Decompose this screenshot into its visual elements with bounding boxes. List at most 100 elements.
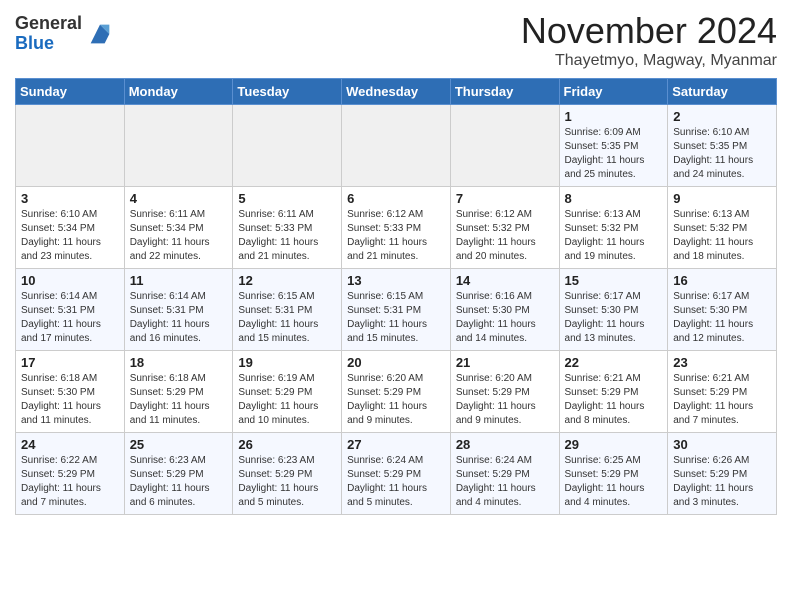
calendar-cell: 8 Sunrise: 6:13 AM Sunset: 5:32 PM Daylig… (559, 187, 668, 269)
calendar-cell (124, 105, 233, 187)
day-details: Sunrise: 6:22 AM Sunset: 5:29 PM Dayligh… (21, 454, 119, 510)
day-details: Sunrise: 6:24 AM Sunset: 5:29 PM Dayligh… (347, 454, 445, 510)
day-details: Sunrise: 6:21 AM Sunset: 5:29 PM Dayligh… (565, 372, 663, 428)
calendar-cell: 30 Sunrise: 6:26 AM Sunset: 5:29 PM Dayli… (668, 433, 777, 515)
day-details: Sunrise: 6:13 AM Sunset: 5:32 PM Dayligh… (565, 208, 663, 264)
day-header-saturday: Saturday (668, 79, 777, 105)
location-subtitle: Thayetmyo, Magway, Myanmar (521, 52, 777, 70)
calendar-cell: 5Sunrise: 6:11 AM Sunset: 5:33 PM Daylig… (233, 187, 342, 269)
calendar-cell (233, 105, 342, 187)
day-details: Sunrise: 6:19 AM Sunset: 5:29 PM Dayligh… (238, 372, 336, 428)
day-number: 1 (565, 109, 663, 124)
calendar-cell: 13 Sunrise: 6:15 AM Sunset: 5:31 PM Dayli… (342, 269, 451, 351)
calendar-cell (450, 105, 559, 187)
day-details: Sunrise: 6:14 AM Sunset: 5:31 PM Dayligh… (130, 290, 228, 346)
day-number: 25 (130, 437, 228, 452)
day-number: 17 (21, 355, 119, 370)
day-number: 20 (347, 355, 445, 370)
day-details: Sunrise: 6:26 AM Sunset: 5:29 PM Dayligh… (673, 454, 771, 510)
day-details: Sunrise: 6:20 AM Sunset: 5:29 PM Dayligh… (347, 372, 445, 428)
calendar-week-row: 17 Sunrise: 6:18 AM Sunset: 5:30 PM Dayli… (16, 351, 777, 433)
day-header-monday: Monday (124, 79, 233, 105)
calendar-cell: 22 Sunrise: 6:21 AM Sunset: 5:29 PM Dayli… (559, 351, 668, 433)
day-number: 5 (238, 191, 336, 206)
calendar-cell: 29Sunrise: 6:25 AM Sunset: 5:29 PM Dayli… (559, 433, 668, 515)
calendar-cell: 17 Sunrise: 6:18 AM Sunset: 5:30 PM Dayli… (16, 351, 125, 433)
calendar-cell: 2 Sunrise: 6:10 AM Sunset: 5:35 PM Daylig… (668, 105, 777, 187)
day-number: 29 (565, 437, 663, 452)
day-details: Sunrise: 6:23 AM Sunset: 5:29 PM Dayligh… (130, 454, 228, 510)
logo: General Blue (15, 14, 114, 54)
calendar-cell: 7 Sunrise: 6:12 AM Sunset: 5:32 PM Daylig… (450, 187, 559, 269)
day-number: 7 (456, 191, 554, 206)
calendar-header-row: SundayMondayTuesdayWednesdayThursdayFrid… (16, 79, 777, 105)
day-number: 22 (565, 355, 663, 370)
day-number: 19 (238, 355, 336, 370)
day-number: 13 (347, 273, 445, 288)
day-details: Sunrise: 6:11 AM Sunset: 5:34 PM Dayligh… (130, 208, 228, 264)
day-details: Sunrise: 6:15 AM Sunset: 5:31 PM Dayligh… (347, 290, 445, 346)
calendar-cell (16, 105, 125, 187)
day-details: Sunrise: 6:21 AM Sunset: 5:29 PM Dayligh… (673, 372, 771, 428)
logo-blue-text: Blue (15, 34, 82, 54)
day-header-thursday: Thursday (450, 79, 559, 105)
calendar-cell: 26 Sunrise: 6:23 AM Sunset: 5:29 PM Dayli… (233, 433, 342, 515)
day-number: 6 (347, 191, 445, 206)
day-number: 28 (456, 437, 554, 452)
day-number: 30 (673, 437, 771, 452)
day-number: 2 (673, 109, 771, 124)
day-number: 4 (130, 191, 228, 206)
calendar-cell: 19 Sunrise: 6:19 AM Sunset: 5:29 PM Dayli… (233, 351, 342, 433)
day-number: 3 (21, 191, 119, 206)
day-number: 23 (673, 355, 771, 370)
day-details: Sunrise: 6:14 AM Sunset: 5:31 PM Dayligh… (21, 290, 119, 346)
calendar-cell: 18Sunrise: 6:18 AM Sunset: 5:29 PM Dayli… (124, 351, 233, 433)
calendar-cell: 11 Sunrise: 6:14 AM Sunset: 5:31 PM Dayli… (124, 269, 233, 351)
day-details: Sunrise: 6:20 AM Sunset: 5:29 PM Dayligh… (456, 372, 554, 428)
day-details: Sunrise: 6:10 AM Sunset: 5:35 PM Dayligh… (673, 126, 771, 182)
calendar-cell: 21 Sunrise: 6:20 AM Sunset: 5:29 PM Dayli… (450, 351, 559, 433)
calendar-cell: 6 Sunrise: 6:12 AM Sunset: 5:33 PM Daylig… (342, 187, 451, 269)
calendar-cell: 28 Sunrise: 6:24 AM Sunset: 5:29 PM Dayli… (450, 433, 559, 515)
day-details: Sunrise: 6:12 AM Sunset: 5:32 PM Dayligh… (456, 208, 554, 264)
day-number: 21 (456, 355, 554, 370)
day-details: Sunrise: 6:18 AM Sunset: 5:30 PM Dayligh… (21, 372, 119, 428)
day-number: 11 (130, 273, 228, 288)
day-number: 24 (21, 437, 119, 452)
day-details: Sunrise: 6:17 AM Sunset: 5:30 PM Dayligh… (673, 290, 771, 346)
calendar-cell: 23 Sunrise: 6:21 AM Sunset: 5:29 PM Dayli… (668, 351, 777, 433)
calendar-cell: 1Sunrise: 6:09 AM Sunset: 5:35 PM Daylig… (559, 105, 668, 187)
calendar-cell: 24 Sunrise: 6:22 AM Sunset: 5:29 PM Dayli… (16, 433, 125, 515)
calendar-cell (342, 105, 451, 187)
day-details: Sunrise: 6:10 AM Sunset: 5:34 PM Dayligh… (21, 208, 119, 264)
day-number: 12 (238, 273, 336, 288)
calendar-cell: 10Sunrise: 6:14 AM Sunset: 5:31 PM Dayli… (16, 269, 125, 351)
day-header-sunday: Sunday (16, 79, 125, 105)
day-number: 8 (565, 191, 663, 206)
calendar-week-row: 10Sunrise: 6:14 AM Sunset: 5:31 PM Dayli… (16, 269, 777, 351)
day-number: 14 (456, 273, 554, 288)
logo-icon (86, 20, 114, 48)
day-number: 16 (673, 273, 771, 288)
day-details: Sunrise: 6:13 AM Sunset: 5:32 PM Dayligh… (673, 208, 771, 264)
day-header-wednesday: Wednesday (342, 79, 451, 105)
calendar-week-row: 24 Sunrise: 6:22 AM Sunset: 5:29 PM Dayli… (16, 433, 777, 515)
calendar-week-row: 1Sunrise: 6:09 AM Sunset: 5:35 PM Daylig… (16, 105, 777, 187)
calendar-cell: 3 Sunrise: 6:10 AM Sunset: 5:34 PM Daylig… (16, 187, 125, 269)
day-number: 27 (347, 437, 445, 452)
calendar-cell: 27 Sunrise: 6:24 AM Sunset: 5:29 PM Dayli… (342, 433, 451, 515)
day-details: Sunrise: 6:12 AM Sunset: 5:33 PM Dayligh… (347, 208, 445, 264)
day-details: Sunrise: 6:15 AM Sunset: 5:31 PM Dayligh… (238, 290, 336, 346)
calendar-cell: 25 Sunrise: 6:23 AM Sunset: 5:29 PM Dayli… (124, 433, 233, 515)
day-details: Sunrise: 6:18 AM Sunset: 5:29 PM Dayligh… (130, 372, 228, 428)
day-number: 9 (673, 191, 771, 206)
page-header: General Blue November 2024 Thayetmyo, Ma… (15, 10, 777, 70)
calendar-cell: 16 Sunrise: 6:17 AM Sunset: 5:30 PM Dayli… (668, 269, 777, 351)
day-details: Sunrise: 6:24 AM Sunset: 5:29 PM Dayligh… (456, 454, 554, 510)
day-details: Sunrise: 6:23 AM Sunset: 5:29 PM Dayligh… (238, 454, 336, 510)
logo-general-text: General (15, 14, 82, 34)
calendar-cell: 20 Sunrise: 6:20 AM Sunset: 5:29 PM Dayli… (342, 351, 451, 433)
calendar-week-row: 3 Sunrise: 6:10 AM Sunset: 5:34 PM Daylig… (16, 187, 777, 269)
day-number: 26 (238, 437, 336, 452)
calendar-cell: 12 Sunrise: 6:15 AM Sunset: 5:31 PM Dayli… (233, 269, 342, 351)
